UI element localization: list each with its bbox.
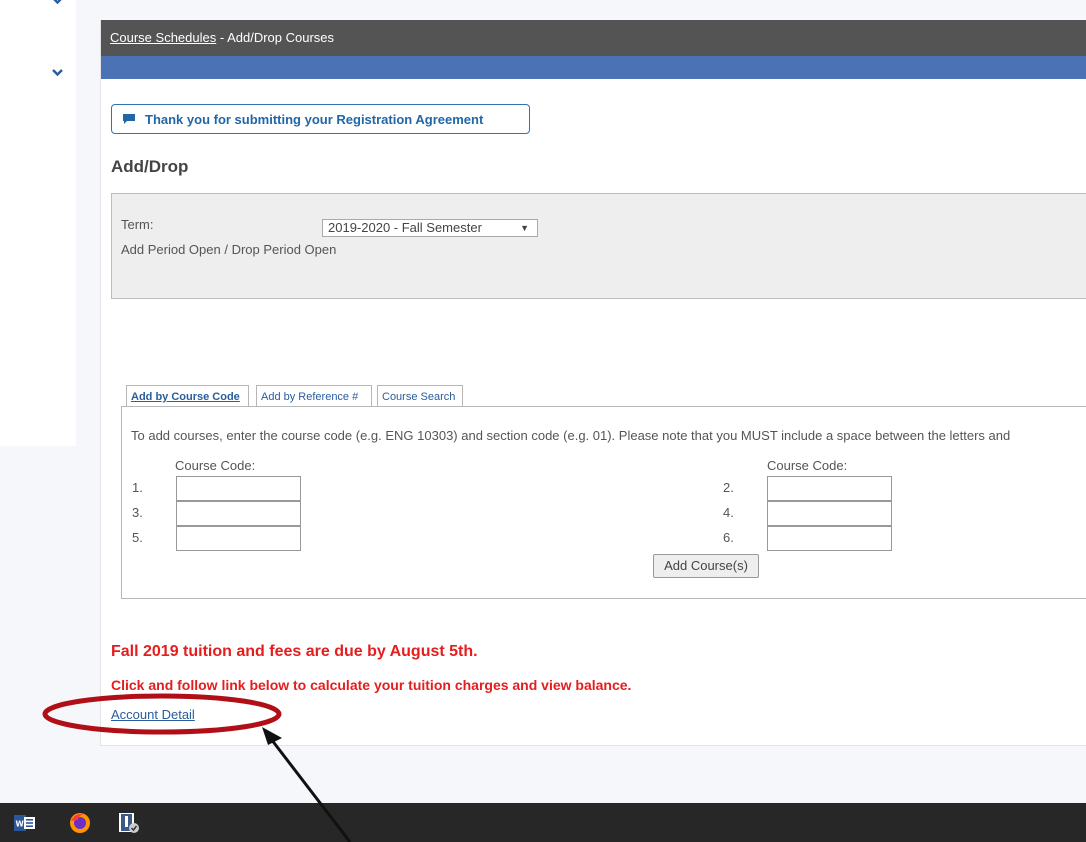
registration-notice: Thank you for submitting your Registrati… (111, 104, 530, 134)
row-number: 5. (132, 530, 143, 545)
comment-icon (122, 113, 136, 125)
course-code-input-3[interactable] (176, 501, 301, 526)
row-number: 1. (132, 480, 143, 495)
term-panel: Term: 2019-2020 - Fall Semester ▼ Add Pe… (111, 193, 1086, 299)
svg-text:W: W (16, 820, 25, 829)
dropdown-arrow-icon: ▼ (520, 223, 529, 233)
page-title: Add/Drop (111, 157, 189, 176)
main-card: Course Schedules - Add/Drop Courses Than… (100, 20, 1086, 746)
row-number: 6. (723, 530, 734, 545)
course-code-input-6[interactable] (767, 526, 892, 551)
course-code-header: Course Code: (767, 458, 848, 473)
firefox-icon[interactable] (69, 812, 91, 834)
add-instructions: To add courses, enter the course code (e… (131, 428, 1011, 443)
term-select[interactable]: 2019-2020 - Fall Semester ▼ (322, 219, 538, 237)
chevron-down-icon[interactable] (52, 0, 63, 5)
account-detail-link[interactable]: Account Detail (111, 707, 195, 722)
add-courses-button[interactable]: Add Course(s) (653, 554, 759, 578)
breadcrumb-course-schedules-link[interactable]: Course Schedules (110, 30, 216, 45)
period-status: Add Period Open / Drop Period Open (121, 242, 337, 257)
breadcrumb-current: Add/Drop Courses (227, 30, 335, 45)
course-code-input-2[interactable] (767, 476, 892, 501)
word-icon[interactable]: W (14, 812, 36, 834)
row-number: 4. (723, 505, 734, 520)
course-code-input-1[interactable] (176, 476, 301, 501)
course-code-input-4[interactable] (767, 501, 892, 526)
tab-add-by-course-code[interactable]: Add by Course Code (126, 385, 249, 408)
tab-add-by-reference[interactable]: Add by Reference # (256, 385, 372, 407)
left-nav-panel (0, 0, 76, 446)
balance-link-notice: Click and follow link below to calculate… (111, 677, 632, 693)
notice-text: Thank you for submitting your Registrati… (145, 111, 484, 127)
tuition-due-notice: Fall 2019 tuition and fees are due by Au… (111, 643, 478, 660)
chevron-down-icon[interactable] (52, 68, 63, 77)
course-code-input-5[interactable] (176, 526, 301, 551)
tab-course-search[interactable]: Course Search (377, 385, 463, 407)
app-icon[interactable] (118, 812, 140, 834)
accent-bar (101, 56, 1086, 79)
course-code-header: Course Code: (175, 458, 256, 473)
row-number: 3. (132, 505, 143, 520)
term-label: Term: (121, 217, 154, 232)
taskbar: W (0, 803, 1086, 842)
add-course-panel: To add courses, enter the course code (e… (121, 406, 1086, 599)
row-number: 2. (723, 480, 734, 495)
breadcrumb-separator: - (216, 30, 228, 45)
breadcrumb: Course Schedules - Add/Drop Courses (101, 20, 1086, 56)
term-select-value: 2019-2020 - Fall Semester (328, 220, 482, 235)
